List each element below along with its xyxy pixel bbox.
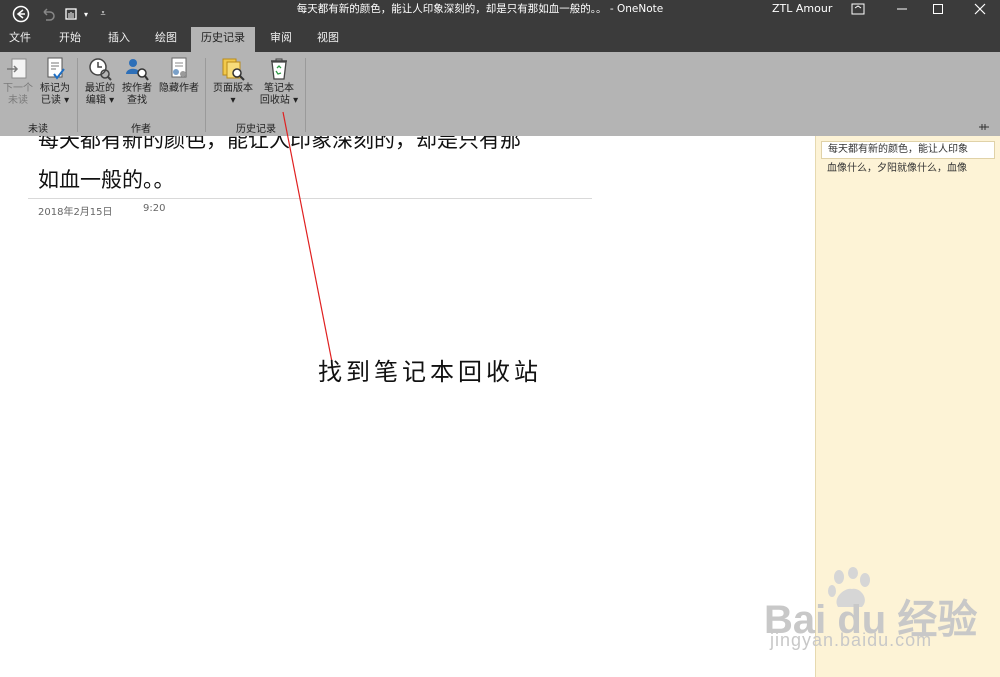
- annotation-text: 找到笔记本回收站: [318, 358, 542, 386]
- baidu-url: jingyan.baidu.com: [770, 630, 933, 650]
